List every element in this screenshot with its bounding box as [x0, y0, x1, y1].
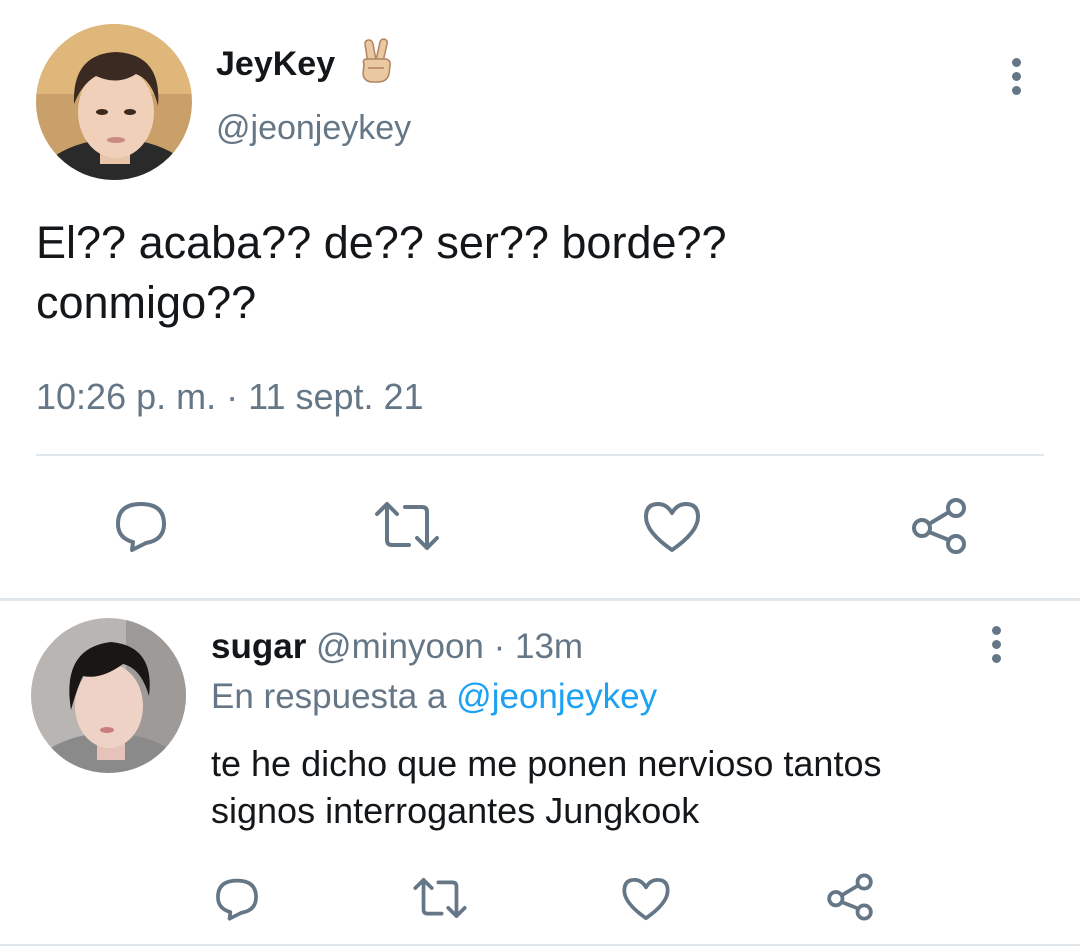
reply-like-icon[interactable] — [621, 876, 671, 922]
section-divider — [0, 598, 1080, 601]
reply-share-icon[interactable] — [824, 872, 876, 922]
replying-to: En respuesta a @jeonjeykey — [211, 677, 657, 717]
retweet-icon[interactable] — [373, 500, 441, 552]
tweet-text-line-2: conmigo?? — [36, 277, 257, 328]
reply-reply-icon[interactable] — [213, 874, 261, 922]
display-name[interactable]: JeyKey — [216, 44, 335, 84]
divider — [36, 454, 1044, 456]
reply-icon[interactable] — [112, 496, 170, 554]
like-icon[interactable] — [642, 500, 702, 554]
reply-header: sugar @minyoon · 13m — [211, 627, 583, 667]
reply-retweet-icon[interactable] — [412, 876, 468, 920]
reply-display-name[interactable]: sugar — [211, 627, 306, 666]
avatar-sugar[interactable] — [31, 618, 186, 773]
share-icon[interactable] — [908, 496, 970, 556]
replying-to-label: En respuesta a — [211, 677, 447, 716]
reply-more-options-icon[interactable] — [992, 626, 1001, 664]
reply-text-line-1: te he dicho que me ponen nervioso tantos — [211, 743, 882, 784]
reply-time[interactable]: · 13m — [494, 627, 583, 666]
reply-user-handle[interactable]: @minyoon — [316, 627, 484, 666]
victory-hand-emoji-icon — [356, 38, 398, 84]
replying-to-handle-link[interactable]: @jeonjeykey — [456, 677, 657, 716]
avatar-jeykey[interactable] — [36, 24, 192, 180]
reply-text-line-2: signos interrogantes Jungkook — [211, 790, 700, 831]
more-options-icon[interactable] — [1012, 58, 1021, 96]
bottom-divider — [0, 944, 1080, 946]
tweet-text-line-1: El?? acaba?? de?? ser?? borde?? — [36, 217, 727, 268]
tweet-timestamp[interactable]: 10:26 p. m. · 11 sept. 21 — [36, 376, 424, 418]
user-handle[interactable]: @jeonjeykey — [216, 108, 411, 148]
